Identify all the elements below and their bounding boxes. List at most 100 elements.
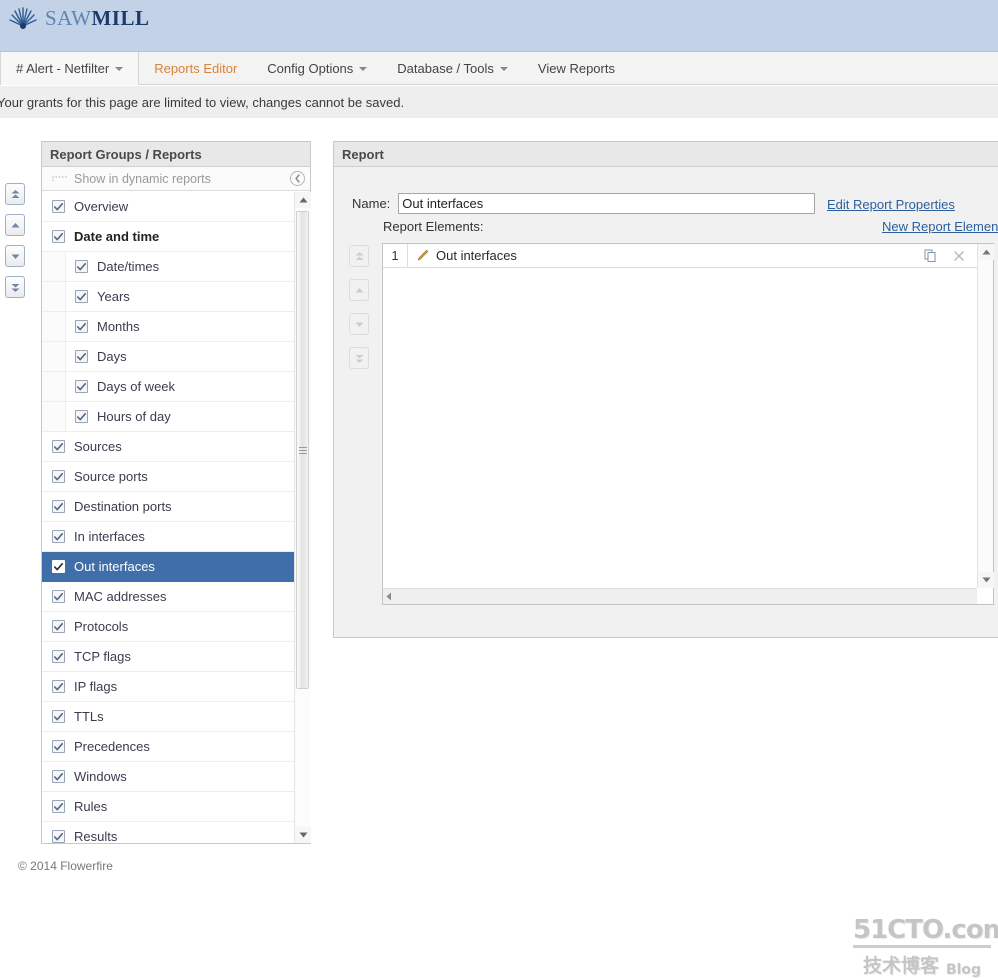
- checkmark-glyph: [77, 292, 86, 300]
- checkbox-checked-icon[interactable]: [75, 410, 88, 423]
- tree-item-label: Destination ports: [74, 499, 172, 514]
- report-elements-horizontal-scrollbar[interactable]: [383, 588, 993, 604]
- elements-scroll-up-arrow-icon[interactable]: [978, 244, 994, 260]
- report-panel-body: Name: Edit Report Properties Report Elem…: [334, 167, 998, 637]
- chevron-left-circle-icon[interactable]: [290, 171, 305, 186]
- checkmark-glyph: [77, 262, 86, 270]
- move-up-button[interactable]: [5, 214, 25, 236]
- scroll-left-arrow-icon[interactable]: [386, 592, 392, 601]
- elements-scroll-down-arrow-icon[interactable]: [978, 572, 994, 588]
- tree-item-days-of-week[interactable]: Days of week: [42, 372, 294, 402]
- page-footer: © 2014 Flowerfire: [0, 854, 998, 878]
- report-groups-scrollbar[interactable]: [294, 192, 311, 843]
- tree-item-label: Sources: [74, 439, 122, 454]
- tree-item-ttls[interactable]: TTLs: [42, 702, 294, 732]
- checkbox-checked-icon[interactable]: [52, 770, 65, 783]
- dotted-bracket-icon: [52, 176, 67, 181]
- checkbox-checked-icon[interactable]: [52, 530, 65, 543]
- tree-item-sources[interactable]: Sources: [42, 432, 294, 462]
- logo-wordmark: SAWMILL: [45, 6, 150, 31]
- nav-tab-config-options[interactable]: Config Options: [252, 52, 382, 85]
- checkbox-checked-icon[interactable]: [52, 470, 65, 483]
- nav-tab-label: Database / Tools: [397, 61, 494, 76]
- tree-item-rules[interactable]: Rules: [42, 792, 294, 822]
- tree-item-label: TCP flags: [74, 649, 131, 664]
- dynamic-reports-subheader: Show in dynamic reports: [42, 167, 310, 191]
- copy-icon[interactable]: [924, 249, 937, 262]
- checkbox-checked-icon[interactable]: [52, 230, 65, 243]
- tree-item-months[interactable]: Months: [42, 312, 294, 342]
- checkmark-glyph: [54, 772, 63, 780]
- close-x-icon[interactable]: [953, 250, 965, 262]
- chevron-down-icon: [359, 66, 368, 71]
- edit-report-properties-link[interactable]: Edit Report Properties: [827, 197, 955, 212]
- move-down-button[interactable]: [5, 245, 25, 267]
- tree-item-protocols[interactable]: Protocols: [42, 612, 294, 642]
- down-arrow-glyph: [11, 254, 19, 259]
- checkmark-glyph: [54, 802, 63, 810]
- checkbox-checked-icon[interactable]: [75, 260, 88, 273]
- tree-item-ip-flags[interactable]: IP flags: [42, 672, 294, 702]
- report-element-row[interactable]: 1 Out interfaces: [383, 243, 977, 268]
- scrollbar-corner: [977, 588, 993, 604]
- triangle-down-glyph: [982, 577, 990, 583]
- report-groups-tree[interactable]: Overview Date and time Date/times Years Mont…: [42, 192, 310, 843]
- tree-item-label: Rules: [74, 799, 108, 814]
- nav-tab-view-reports[interactable]: View Reports: [523, 52, 630, 85]
- tree-item-date-times[interactable]: Date/times: [42, 252, 294, 282]
- checkbox-checked-icon[interactable]: [75, 350, 88, 363]
- nav-tab-alert-netfilter[interactable]: # Alert - Netfilter: [0, 52, 140, 85]
- tree-item-days[interactable]: Days: [42, 342, 294, 372]
- checkbox-checked-icon[interactable]: [52, 710, 65, 723]
- tree-item-label: Date and time: [74, 229, 160, 244]
- report-name-input[interactable]: [398, 193, 816, 214]
- checkbox-checked-icon[interactable]: [52, 560, 65, 573]
- tree-item-out-interfaces[interactable]: Out interfaces: [42, 552, 294, 582]
- checkbox-checked-icon[interactable]: [52, 500, 65, 513]
- tree-item-label: Days of week: [97, 379, 176, 394]
- tree-item-precedences[interactable]: Precedences: [42, 732, 294, 762]
- checkbox-checked-icon[interactable]: [52, 440, 65, 453]
- checkbox-checked-icon[interactable]: [75, 320, 88, 333]
- tree-item-date-and-time[interactable]: Date and time: [42, 222, 294, 252]
- tree-item-mac-addresses[interactable]: MAC addresses: [42, 582, 294, 612]
- checkbox-checked-icon[interactable]: [52, 200, 65, 213]
- logo[interactable]: SAWMILL: [8, 4, 150, 32]
- tree-item-windows[interactable]: Windows: [42, 762, 294, 792]
- checkbox-checked-icon[interactable]: [52, 620, 65, 633]
- triangle-down-glyph: [299, 832, 307, 838]
- scroll-up-arrow-icon[interactable]: [295, 192, 311, 208]
- scrollbar-track[interactable]: [295, 208, 311, 827]
- nav-tab-reports-editor[interactable]: Reports Editor: [139, 52, 252, 85]
- tree-item-results[interactable]: Results: [42, 822, 294, 843]
- checkbox-checked-icon[interactable]: [52, 800, 65, 813]
- checkmark-glyph: [77, 352, 86, 360]
- checkbox-checked-icon[interactable]: [52, 680, 65, 693]
- tree-item-years[interactable]: Years: [42, 282, 294, 312]
- tree-item-source-ports[interactable]: Source ports: [42, 462, 294, 492]
- tree-item-destination-ports[interactable]: Destination ports: [42, 492, 294, 522]
- nav-tab-database-tools[interactable]: Database / Tools: [382, 52, 523, 85]
- checkmark-glyph: [54, 562, 63, 570]
- pencil-icon[interactable]: [416, 249, 429, 262]
- move-to-bottom-button[interactable]: [5, 276, 25, 298]
- scroll-down-arrow-icon[interactable]: [295, 827, 311, 843]
- move-to-top-button[interactable]: [5, 183, 25, 205]
- report-elements-list[interactable]: 1 Out interfaces: [383, 243, 977, 588]
- checkbox-checked-icon[interactable]: [75, 290, 88, 303]
- new-report-element-link[interactable]: New Report Element: [882, 219, 998, 234]
- logo-word-mill: MILL: [91, 5, 150, 30]
- checkmark-glyph: [54, 442, 63, 450]
- tree-item-hours-of-day[interactable]: Hours of day: [42, 402, 294, 432]
- checkbox-checked-icon[interactable]: [52, 590, 65, 603]
- checkbox-checked-icon[interactable]: [75, 380, 88, 393]
- report-elements-vertical-scrollbar[interactable]: [977, 244, 994, 588]
- tree-item-in-interfaces[interactable]: In interfaces: [42, 522, 294, 552]
- tree-item-overview[interactable]: Overview: [42, 192, 294, 222]
- checkbox-checked-icon[interactable]: [52, 830, 65, 843]
- checkbox-checked-icon[interactable]: [52, 650, 65, 663]
- scrollbar-thumb[interactable]: [296, 211, 309, 689]
- tree-item-tcp-flags[interactable]: TCP flags: [42, 642, 294, 672]
- checkbox-checked-icon[interactable]: [52, 740, 65, 753]
- watermark: 51CTO.com 技术博客 Blog: [853, 916, 998, 978]
